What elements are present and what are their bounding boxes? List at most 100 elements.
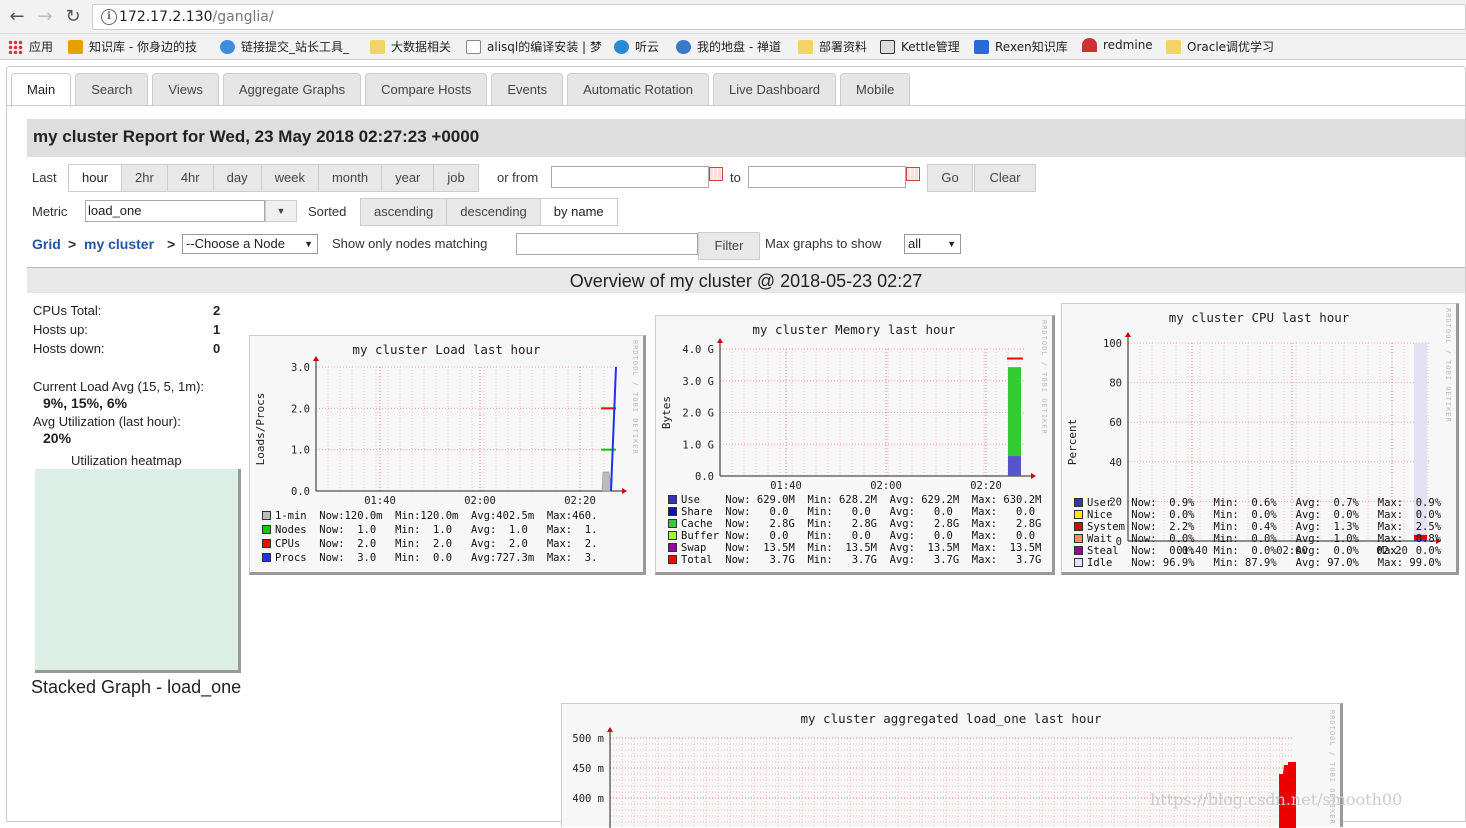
legend-swatch (1074, 558, 1083, 567)
tab-aggregate-graphs[interactable]: Aggregate Graphs (222, 73, 362, 105)
legend-swatch (1074, 498, 1083, 507)
legend-values: Now: 96.9% Min: 87.9% Avg: 97.0% Max: 99… (1131, 557, 1442, 569)
bookmark-folder[interactable]: 大数据相关 (370, 38, 451, 55)
legend-series-name: Wait (1087, 533, 1132, 545)
tab-search[interactable]: Search (75, 73, 149, 105)
sorted-label: Sorted (308, 204, 347, 219)
range-month-button[interactable]: month (317, 164, 383, 192)
breadcrumb-cluster-link[interactable]: my cluster (84, 236, 154, 252)
reload-icon[interactable]: ↻ (62, 6, 84, 28)
stat-load-label: Current Load Avg (15, 5, 1m): (33, 379, 205, 394)
legend-row: System Now: 2.2% Min: 0.4% Avg: 1.3% Max… (1074, 521, 1441, 533)
bookmark-item[interactable]: Rexen知识库 (974, 38, 1068, 55)
legend-series-name: Use (681, 494, 726, 506)
bookmark-folder[interactable]: 部署资料 (798, 38, 867, 55)
legend-row: 1-min Now:120.0m Min:120.0m Avg:402.5m M… (262, 510, 597, 522)
load-graph[interactable]: my cluster Load last hour RRDTOOL / TOBI… (249, 335, 646, 575)
show-only-label: Show only nodes matching (332, 236, 488, 251)
breadcrumb-grid-link[interactable]: Grid (32, 236, 61, 252)
bookmark-item[interactable]: 知识库 - 你身边的技 (68, 38, 197, 55)
node-filter-input[interactable] (516, 233, 698, 255)
node-select[interactable]: --Choose a Node ▼ (182, 234, 318, 254)
tab-live-dashboard[interactable]: Live Dashboard (712, 73, 837, 105)
address-bar[interactable]: i 172.17.2.130/ganglia/ (92, 4, 1466, 30)
url-text: 172.17.2.130/ganglia/ (119, 9, 274, 25)
legend-values: Now: 2.2% Min: 0.4% Avg: 1.3% Max: 2.5% (1131, 521, 1442, 533)
x-axis-arrow (622, 488, 627, 494)
range-week-button[interactable]: week (260, 164, 319, 192)
y-axis-label: Loads/Procs (254, 393, 267, 466)
sort-descending-button[interactable]: descending (446, 198, 541, 226)
metric-label: Metric (32, 204, 68, 219)
info-icon[interactable]: i (101, 9, 117, 25)
y-tick-label: 500 m (572, 733, 604, 745)
to-date-input[interactable] (748, 166, 906, 188)
browser-toolbar: ← → ↻ i 172.17.2.130/ganglia/ (0, 0, 1466, 34)
stat-value: 2 (213, 303, 221, 318)
legend-series-name: Nodes (275, 524, 320, 536)
calendar-icon[interactable] (906, 167, 920, 181)
tab-views[interactable]: Views (152, 73, 219, 105)
legend-series-name: Procs (275, 552, 320, 564)
bookmark-apps[interactable]: 应用 (8, 38, 53, 55)
globe-icon (676, 39, 691, 54)
range-day-button[interactable]: day (212, 164, 262, 192)
legend-values: Now: 3.0 Min: 0.0 Avg:727.3m Max: 3. (319, 552, 598, 564)
filter-button[interactable]: Filter (698, 232, 760, 260)
tab-compare-hosts[interactable]: Compare Hosts (365, 73, 488, 105)
memory-graph[interactable]: my cluster Memory last hour RRDTOOL / TO… (655, 315, 1055, 575)
legend-series-name: Swap (681, 542, 726, 554)
legend-row: Wait Now: 0.0% Min: 0.0% Avg: 1.0% Max: … (1074, 533, 1441, 545)
x-tick-label: 02:20 (970, 480, 1002, 492)
calendar-icon[interactable] (709, 167, 723, 181)
max-graphs-label: Max graphs to show (765, 236, 882, 251)
bookmark-item[interactable]: 听云 (614, 38, 659, 55)
clear-button[interactable]: Clear (974, 164, 1036, 192)
legend-swatch (668, 507, 677, 516)
bookmark-item[interactable]: 我的地盘 - 禅道 (676, 38, 781, 55)
sort-by-name-button[interactable]: by name (539, 198, 618, 226)
bookmark-item[interactable]: 链接提交_站长工具_ (220, 38, 349, 55)
y-tick-label: 400 m (572, 793, 604, 805)
legend-values: Now: 629.0M Min: 628.2M Avg: 629.2M Max:… (725, 494, 1042, 506)
utilization-heatmap[interactable] (35, 469, 241, 673)
bookmark-item[interactable]: Kettle管理 (880, 38, 960, 55)
legend-row: Total Now: 3.7G Min: 3.7G Avg: 3.7G Max:… (668, 554, 1041, 566)
range-buttons: hour 2hr 4hr day week month year job (68, 164, 479, 192)
legend-swatch (262, 511, 271, 520)
legend-values: Now: 0.0% Min: 0.0% Avg: 0.0% Max: 0.0% (1131, 509, 1442, 521)
tab-mobile[interactable]: Mobile (840, 73, 911, 105)
go-button[interactable]: Go (927, 164, 973, 192)
legend-row: Procs Now: 3.0 Min: 0.0 Avg:727.3m Max: … (262, 552, 597, 564)
legend-row: Use Now: 629.0M Min: 628.2M Avg: 629.2M … (668, 494, 1041, 506)
bookmark-item[interactable]: alisql的编译安装 | 梦 (466, 38, 602, 55)
cpu-graph[interactable]: my cluster CPU last hour RRDTOOL / TOBI … (1061, 303, 1459, 575)
bookmark-item[interactable]: redmine (1082, 38, 1153, 52)
tab-events[interactable]: Events (491, 73, 564, 105)
y-tick-label: 40 (1109, 457, 1122, 469)
x-tick-label: 01:40 (770, 480, 802, 492)
range-hour-button[interactable]: hour (68, 164, 123, 192)
bookmark-favicon-icon (68, 39, 83, 54)
range-2hr-button[interactable]: 2hr (121, 164, 168, 192)
forward-icon[interactable]: → (34, 6, 56, 28)
range-4hr-button[interactable]: 4hr (166, 164, 214, 192)
bookmarks-bar: 应用 知识库 - 你身边的技 链接提交_站长工具_ 大数据相关 alisql的编… (0, 34, 1466, 60)
from-date-input[interactable] (551, 166, 709, 188)
legend-row: Idle Now: 96.9% Min: 87.9% Avg: 97.0% Ma… (1074, 557, 1441, 569)
legend-values: Now: 0.9% Min: 0.6% Avg: 0.7% Max: 0.9% (1131, 497, 1442, 509)
range-job-button[interactable]: job (433, 164, 479, 192)
sort-ascending-button[interactable]: ascending (360, 198, 448, 226)
bookmark-folder[interactable]: Oracle调优学习 (1166, 38, 1274, 55)
metric-dropdown-button[interactable]: ▼ (265, 200, 297, 222)
range-year-button[interactable]: year (381, 164, 435, 192)
max-graphs-select[interactable]: all ▼ (904, 234, 961, 254)
tab-main[interactable]: Main (11, 73, 72, 107)
metric-input[interactable]: load_one (85, 200, 265, 222)
legend-swatch (1074, 546, 1083, 555)
main-tabs: Main Search Views Aggregate Graphs Compa… (11, 73, 911, 107)
legend-row: Nodes Now: 1.0 Min: 1.0 Avg: 1.0 Max: 1. (262, 524, 597, 536)
tab-automatic-rotation[interactable]: Automatic Rotation (567, 73, 709, 105)
legend-row: User Now: 0.9% Min: 0.6% Avg: 0.7% Max: … (1074, 497, 1441, 509)
back-icon[interactable]: ← (6, 6, 28, 28)
